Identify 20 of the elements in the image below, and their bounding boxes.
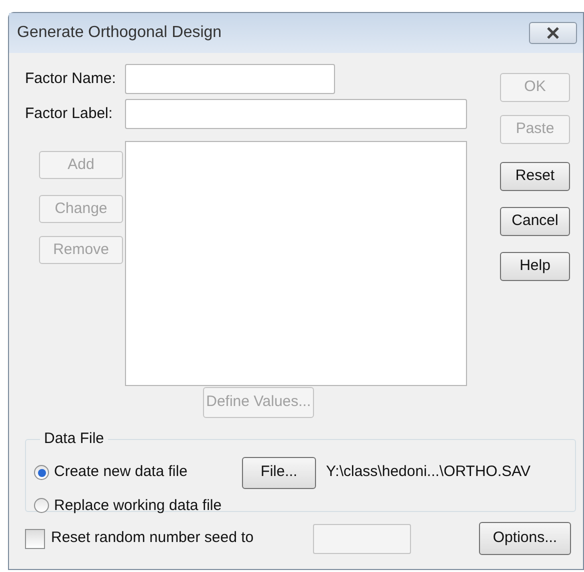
field-label: Factor Name:: [24, 68, 117, 89]
file-path: Y:\class\hedoni...\ORTHO.SAV: [326, 462, 531, 482]
checkbox[interactable]: [25, 528, 45, 548]
radio-button[interactable]: [34, 465, 49, 480]
window-title: Generate Orthogonal Design: [17, 23, 222, 43]
field-label: Factor Label:: [24, 104, 114, 124]
close-button[interactable]: [529, 22, 577, 44]
dialog-button[interactable]: Help: [500, 252, 570, 281]
checkbox-label: Reset random number seed to: [51, 528, 255, 548]
file-button[interactable]: File...: [242, 456, 316, 488]
close-icon: [546, 27, 560, 39]
dialog-button[interactable]: Reset: [500, 162, 570, 191]
radio-label: Replace working data file: [54, 496, 223, 516]
group-title: Data File: [43, 429, 106, 449]
radio-button[interactable]: [34, 498, 49, 514]
options-button[interactable]: Options...: [479, 522, 571, 555]
dialog-button[interactable]: Cancel: [500, 207, 570, 236]
text-field[interactable]: [125, 99, 467, 129]
text-field[interactable]: [125, 64, 335, 94]
radio-label: Create new data file: [54, 462, 188, 482]
